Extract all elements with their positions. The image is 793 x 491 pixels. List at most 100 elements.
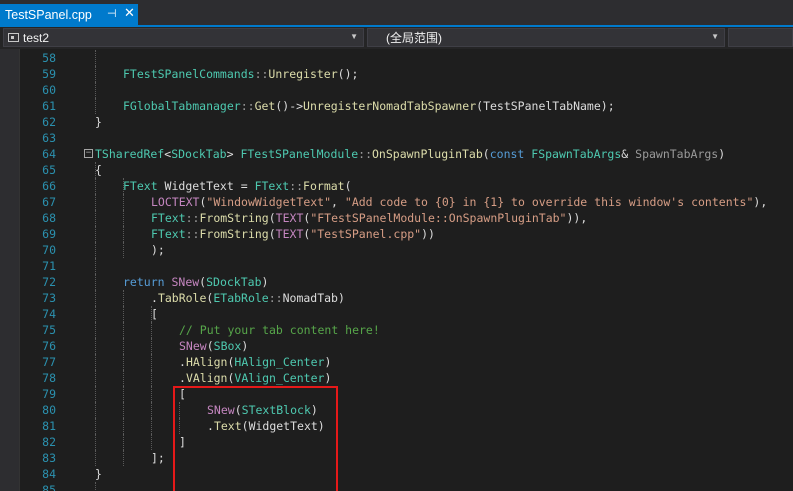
code-text: return SNew(SDockTab) xyxy=(123,274,268,290)
line-number: 77 xyxy=(42,355,56,369)
indent-guide xyxy=(95,450,96,466)
indent-guide xyxy=(95,98,96,114)
code-text: FText::FromString(TEXT("TestSPanel.cpp")… xyxy=(151,226,435,242)
code-line[interactable]: 64 − TSharedRef<SDockTab> FTestSPanelModul… xyxy=(0,146,793,162)
code-token: ( xyxy=(482,147,490,161)
line-number: 81 xyxy=(42,419,56,433)
code-line[interactable]: 74 [ xyxy=(0,306,793,322)
code-token: return xyxy=(123,275,172,289)
indent-guide xyxy=(151,418,152,434)
indent-guide xyxy=(151,434,152,450)
code-text: // Put your tab content here! xyxy=(179,322,380,338)
code-token: ( xyxy=(206,339,214,353)
line-number: 79 xyxy=(42,387,56,401)
indent-guide xyxy=(95,226,96,242)
code-token: , xyxy=(331,195,345,209)
code-text: TSharedRef<SDockTab> FTestSPanelModule::… xyxy=(95,146,725,162)
indent-guide xyxy=(123,338,124,354)
code-token: . xyxy=(207,419,214,433)
code-token: (WidgetText) xyxy=(241,419,325,433)
code-line[interactable]: 75 // Put your tab content here! xyxy=(0,322,793,338)
code-line[interactable]: 83]; xyxy=(0,450,793,466)
code-text: .TabRole(ETabRole::NomadTab) xyxy=(151,290,345,306)
code-token: SNew xyxy=(171,275,200,289)
close-icon[interactable]: ✕ xyxy=(124,5,135,21)
line-number: 71 xyxy=(42,259,56,273)
scope-label: (全局范围) xyxy=(386,31,442,45)
code-token: :: xyxy=(358,147,372,161)
project-name: test2 xyxy=(23,30,50,45)
code-line[interactable]: 61 FGlobalTabmanager::Get()->UnregisterNo… xyxy=(0,98,793,114)
code-line[interactable]: 85 xyxy=(0,482,793,491)
project-dropdown[interactable]: test2 ▼ xyxy=(3,28,364,47)
code-text: FTestSPanelCommands::Unregister(); xyxy=(123,66,358,82)
code-line[interactable]: 67 LOCTEXT("WindowWidgetText", "Add code … xyxy=(0,194,793,210)
code-token: [ xyxy=(179,387,186,401)
indent-guide xyxy=(95,370,96,386)
code-token: VAlign_Center xyxy=(234,371,325,385)
indent-guide xyxy=(123,434,124,450)
code-token: } xyxy=(95,115,102,129)
indent-guide xyxy=(179,418,180,434)
tab-testspanel-cpp[interactable]: TestSPanel.cpp ⊣ ✕ xyxy=(0,4,138,25)
line-number: 64 xyxy=(42,147,56,161)
project-icon xyxy=(8,33,19,42)
code-line[interactable]: 69 FText::FromString(TEXT("TestSPanel.cpp… xyxy=(0,226,793,242)
line-number: 63 xyxy=(42,131,56,145)
code-line[interactable]: 79 [ xyxy=(0,386,793,402)
indent-guide xyxy=(123,226,124,242)
code-line[interactable]: 80 SNew(STextBlock) xyxy=(0,402,793,418)
code-line[interactable]: 62} xyxy=(0,114,793,130)
indent-guide xyxy=(123,386,124,402)
indent-guide xyxy=(123,450,124,466)
code-token: SNew xyxy=(179,339,207,353)
code-line[interactable]: 84} xyxy=(0,466,793,482)
tab-bar: TestSPanel.cpp ⊣ ✕ xyxy=(0,0,793,25)
indent-guide xyxy=(123,210,124,226)
code-token: ) xyxy=(324,355,332,369)
code-token: LOCTEXT xyxy=(151,195,200,209)
code-line[interactable]: 72 return SNew(SDockTab) xyxy=(0,274,793,290)
code-line[interactable]: 77 .HAlign(HAlign_Center) xyxy=(0,354,793,370)
indent-guide xyxy=(123,242,124,258)
code-line[interactable]: 68 FText::FromString(TEXT("FTestSPanelMod… xyxy=(0,210,793,226)
code-text: SNew(STextBlock) xyxy=(207,402,318,418)
scope-dropdown[interactable]: (全局范围) ▼ xyxy=(367,28,725,47)
code-line[interactable]: 76 SNew(SBox) xyxy=(0,338,793,354)
code-line[interactable]: 63 xyxy=(0,130,793,146)
code-token: ]; xyxy=(151,451,165,465)
code-token: :: xyxy=(185,211,200,225)
code-token: ) xyxy=(718,147,726,161)
code-line[interactable]: 58 xyxy=(0,50,793,66)
member-dropdown[interactable] xyxy=(728,28,793,47)
pin-icon[interactable]: ⊣ xyxy=(107,7,117,20)
code-text: ]; xyxy=(151,450,165,466)
code-line[interactable]: 73 .TabRole(ETabRole::NomadTab) xyxy=(0,290,793,306)
code-line[interactable]: 70); xyxy=(0,242,793,258)
code-token: HAlign xyxy=(185,355,228,369)
code-token: FText xyxy=(151,211,186,225)
code-line[interactable]: 60 xyxy=(0,82,793,98)
code-line[interactable]: 78 .VAlign(VAlign_Center) xyxy=(0,370,793,386)
code-line[interactable]: 71 xyxy=(0,258,793,274)
code-text: ); xyxy=(151,242,165,258)
code-token: FText xyxy=(254,179,290,193)
indent-guide xyxy=(123,290,124,306)
code-line[interactable]: 66 FText WidgetText = FText::Format( xyxy=(0,178,793,194)
code-token: :: xyxy=(185,227,200,241)
indent-guide xyxy=(95,50,96,66)
code-line[interactable]: 65 { xyxy=(0,162,793,178)
code-line[interactable]: 59 FTestSPanelCommands::Unregister(); xyxy=(0,66,793,82)
indent-guide xyxy=(151,370,152,386)
code-token: HAlign_Center xyxy=(234,355,325,369)
code-text: LOCTEXT("WindowWidgetText", "Add code to… xyxy=(151,194,767,210)
code-editor[interactable]: 58 59 FTestSPanelCommands::Unregister(); 60… xyxy=(0,49,793,491)
code-text: SNew(SBox) xyxy=(179,338,248,354)
indent-guide xyxy=(95,258,96,274)
code-line[interactable]: 81 .Text(WidgetText) xyxy=(0,418,793,434)
indent-guide xyxy=(95,386,96,402)
collapse-toggle-icon[interactable]: − xyxy=(84,149,93,158)
code-line[interactable]: 82] xyxy=(0,434,793,450)
code-token: FTestSPanelCommands xyxy=(123,67,255,81)
code-token: TabRole xyxy=(157,291,207,305)
